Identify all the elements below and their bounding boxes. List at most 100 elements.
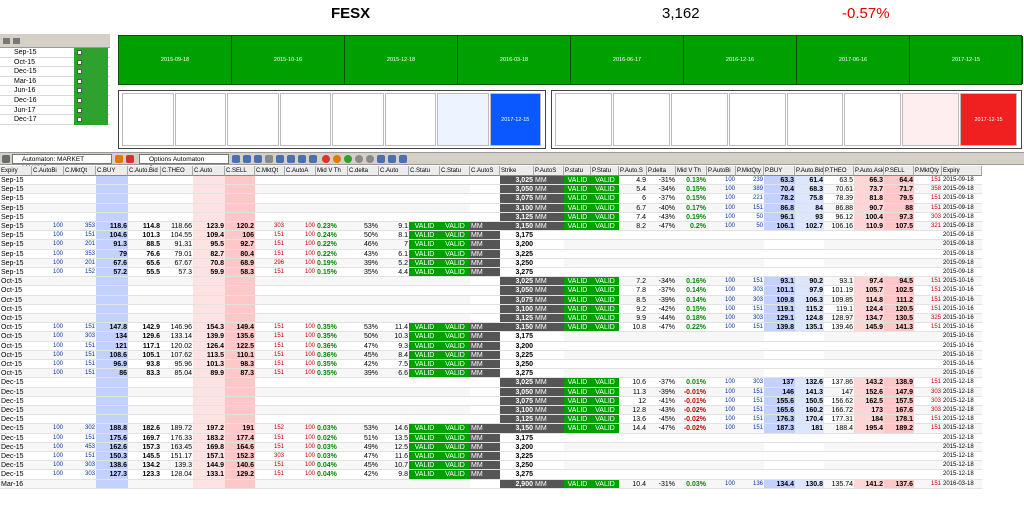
cell-c-mkt-qty[interactable] bbox=[64, 295, 96, 305]
cell-expiry-date[interactable]: 2015-10-16 bbox=[942, 341, 982, 351]
cell-c-mkt-qty-ask[interactable]: 151 bbox=[255, 323, 285, 333]
cell-p-buy[interactable]: 119.1 bbox=[764, 304, 795, 314]
cell-c-theo[interactable] bbox=[161, 185, 193, 195]
cell-p-delta[interactable] bbox=[647, 258, 676, 268]
cell-p-delta[interactable]: -45% bbox=[647, 415, 676, 425]
cell-p-auto-ask[interactable]: 110.9 bbox=[854, 222, 884, 232]
cell-p-mid-vs-theo[interactable]: 0.01% bbox=[676, 378, 707, 388]
cell-c-delta[interactable] bbox=[348, 286, 379, 296]
cell-p-auto-bid-qty[interactable]: 100 bbox=[707, 304, 736, 314]
cell-p-auto-status[interactable] bbox=[534, 240, 564, 250]
cell-p-mkt-qty-ask[interactable]: 151 bbox=[914, 323, 942, 333]
cell-expiry-date[interactable]: 2015-10-16 bbox=[942, 360, 982, 370]
cell-c-auto-bid-qty[interactable] bbox=[32, 304, 64, 314]
cell-c-status[interactable]: VALID bbox=[409, 369, 440, 379]
cell-p-mkt-qty-ask[interactable] bbox=[914, 442, 942, 452]
cell-p-status-2[interactable]: VALID bbox=[591, 415, 619, 425]
cell-p-auto-status[interactable]: MM bbox=[534, 222, 564, 232]
cell-p-auto-status[interactable] bbox=[534, 249, 564, 259]
cell-c-mkt-qty[interactable] bbox=[64, 314, 96, 324]
cell-p-theo[interactable] bbox=[824, 341, 854, 351]
cell-p-auto-bid-qty[interactable] bbox=[707, 461, 736, 471]
cell-p-theo[interactable] bbox=[824, 350, 854, 360]
cell-c-auto-bid[interactable]: 142.9 bbox=[128, 323, 161, 333]
cell-c-mkt-qty[interactable]: 201 bbox=[64, 258, 96, 268]
cell-c-buy[interactable]: 162.6 bbox=[96, 442, 128, 452]
cell-expiry-date[interactable]: 2015-09-18 bbox=[942, 222, 982, 232]
cell-p-delta[interactable] bbox=[647, 452, 676, 462]
cell-expiry-date[interactable]: 2015-10-16 bbox=[942, 286, 982, 296]
cell-c-mkt-qty[interactable]: 151 bbox=[64, 360, 96, 370]
cell-c-auto-ask-qty[interactable] bbox=[285, 176, 316, 186]
cell-p-auto-bid[interactable]: 135.1 bbox=[795, 323, 824, 333]
cell-c-auto-ask-qty[interactable] bbox=[285, 396, 316, 406]
cell-c-auto-ask-qty[interactable]: 100 bbox=[285, 258, 316, 268]
cell-p-sell[interactable] bbox=[884, 350, 914, 360]
cell-p-mkt-qty-ask[interactable]: 151 bbox=[914, 304, 942, 314]
cell-p-auto-bid[interactable]: 102.7 bbox=[795, 222, 824, 232]
cell-c-status[interactable] bbox=[409, 277, 440, 287]
run-icon[interactable] bbox=[115, 155, 123, 163]
cell-c-buy[interactable]: 134 bbox=[96, 332, 128, 342]
cell-p-auto-status[interactable]: MM bbox=[534, 185, 564, 195]
cell-p-auto-bid-qty[interactable]: 100 bbox=[707, 314, 736, 324]
cell-p-mid-vs-theo[interactable] bbox=[676, 452, 707, 462]
cell-c-mkt-qty-ask[interactable] bbox=[255, 203, 285, 213]
expiry-checkbox[interactable] bbox=[74, 86, 108, 96]
strike-box[interactable] bbox=[437, 93, 489, 146]
cell-p-mkt-qty[interactable] bbox=[736, 341, 764, 351]
cell-c-auto-bid-qty[interactable]: 100 bbox=[32, 222, 64, 232]
cell-p-auto-spread[interactable]: 5.4 bbox=[619, 185, 647, 195]
cell-p-auto-ask[interactable]: 81.8 bbox=[854, 194, 884, 204]
cell-p-buy[interactable]: 137 bbox=[764, 378, 795, 388]
cell-c-delta[interactable]: 46% bbox=[348, 240, 379, 250]
cell-strike[interactable]: 3,250 bbox=[500, 360, 534, 370]
list-icon[interactable] bbox=[309, 155, 317, 163]
cell-c-auto-ask[interactable] bbox=[193, 203, 225, 213]
cell-c-auto-bid[interactable] bbox=[128, 406, 161, 416]
cell-c-status[interactable] bbox=[409, 194, 440, 204]
cell-expiry-date[interactable]: 2016-03-18 bbox=[942, 479, 982, 489]
cell-strike[interactable]: 3,250 bbox=[500, 461, 534, 471]
cell-expiry[interactable]: Oct-15 bbox=[0, 286, 32, 296]
cell-c-auto-status[interactable]: MM bbox=[470, 461, 500, 471]
column-header-p-auto-ask[interactable]: P.Auto.Ask bbox=[854, 166, 884, 176]
cell-p-auto-bid-qty[interactable] bbox=[707, 369, 736, 379]
cell-p-theo[interactable]: 101.19 bbox=[824, 286, 854, 296]
cell-p-status-2[interactable]: VALID bbox=[591, 314, 619, 324]
cell-c-buy[interactable] bbox=[96, 415, 128, 425]
cell-c-theo[interactable] bbox=[161, 295, 193, 305]
cell-p-auto-bid-qty[interactable] bbox=[707, 452, 736, 462]
expiry-cell[interactable]: 2016-03-18 bbox=[458, 36, 571, 84]
cell-c-mkt-qty-ask[interactable]: 151 bbox=[255, 369, 285, 379]
cell-c-auto-bid[interactable]: 123.3 bbox=[128, 470, 161, 480]
cell-c-theo[interactable]: 146.96 bbox=[161, 323, 193, 333]
cell-p-auto-spread[interactable] bbox=[619, 268, 647, 278]
cell-c-auto-bid-qty[interactable] bbox=[32, 387, 64, 397]
cell-c-mid-vs-theo[interactable] bbox=[316, 212, 348, 222]
cell-c-auto-bid[interactable] bbox=[128, 378, 161, 388]
cell-c-auto-status[interactable]: MM bbox=[470, 240, 500, 250]
strike-box[interactable] bbox=[174, 93, 226, 146]
cell-expiry-date[interactable]: 2015-10-16 bbox=[942, 350, 982, 360]
cell-p-auto-bid[interactable] bbox=[795, 341, 824, 351]
cell-c-auto-status[interactable] bbox=[470, 176, 500, 186]
cell-p-status[interactable] bbox=[564, 360, 591, 370]
expiry-cell[interactable]: 2016-06-17 bbox=[571, 36, 684, 84]
cell-c-theo[interactable]: 104.55 bbox=[161, 231, 193, 241]
cell-p-mid-vs-theo[interactable]: -0.01% bbox=[676, 387, 707, 397]
cell-c-theo[interactable]: 67.67 bbox=[161, 258, 193, 268]
cell-p-status[interactable] bbox=[564, 249, 591, 259]
cell-p-auto-bid[interactable]: 124.8 bbox=[795, 314, 824, 324]
cell-c-auto-spread[interactable]: 10.3 bbox=[379, 332, 409, 342]
cell-c-buy[interactable]: 147.8 bbox=[96, 323, 128, 333]
cell-c-sell[interactable]: 106 bbox=[225, 231, 255, 241]
cell-c-auto-bid[interactable] bbox=[128, 479, 161, 489]
cell-p-sell[interactable] bbox=[884, 249, 914, 259]
cell-c-status[interactable] bbox=[409, 295, 440, 305]
cell-c-auto-bid[interactable]: 55.5 bbox=[128, 268, 161, 278]
cell-expiry-date[interactable]: 2015-12-18 bbox=[942, 424, 982, 434]
cell-p-status[interactable]: VALID bbox=[564, 304, 591, 314]
cell-expiry-date[interactable]: 2015-12-18 bbox=[942, 378, 982, 388]
cell-p-sell[interactable]: 94.5 bbox=[884, 277, 914, 287]
